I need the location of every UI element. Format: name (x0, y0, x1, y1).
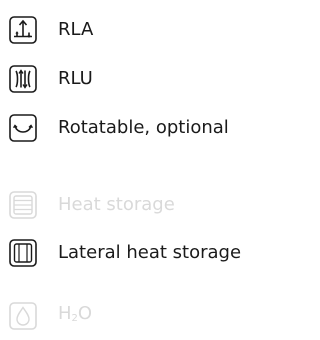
legend-item-rla: RLA (8, 15, 93, 45)
legend-item-rotatable: Rotatable, optional (8, 113, 229, 143)
water-drop-icon (9, 302, 37, 330)
heat-storage-icon (9, 191, 37, 219)
legend-label: RLU (58, 68, 93, 89)
legend-label-h2o: H2O (58, 299, 92, 334)
legend-label: RLA (58, 19, 94, 40)
h2o-tail: O (77, 302, 93, 324)
legend-item-heat-storage: Heat storage (8, 190, 175, 220)
rla-icon (9, 16, 37, 44)
feature-legend: RLA RLU Rotatable, optional Heat storage… (0, 0, 279, 340)
legend-item-rlu: RLU (8, 64, 93, 94)
legend-item-h2o: H2O (8, 301, 92, 331)
legend-label: Heat storage (58, 194, 175, 215)
rotatable-icon (9, 114, 37, 142)
legend-label: Lateral heat storage (58, 242, 242, 263)
lateral-heat-storage-icon (9, 239, 37, 267)
rlu-icon (9, 65, 37, 93)
legend-label: Rotatable, optional (58, 117, 229, 138)
h2o-main: H (58, 302, 72, 324)
legend-item-lateral-heat-storage: Lateral heat storage (8, 238, 241, 268)
